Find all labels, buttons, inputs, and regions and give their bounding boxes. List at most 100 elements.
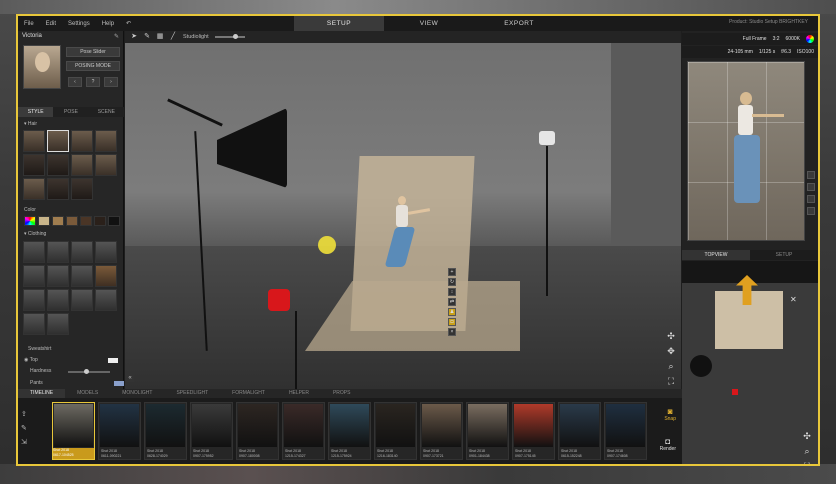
timeline-frame[interactable]: Shot 2018 0617-104525: [52, 402, 95, 460]
timeline-frame[interactable]: Shot 2018 0628-174029: [144, 402, 187, 460]
hair-option[interactable]: [95, 130, 117, 152]
timeline-frame[interactable]: Shot 2018 1216-183140: [374, 402, 417, 460]
timeline-frame[interactable]: Shot 2018 0907-174608: [604, 402, 647, 460]
hair-option[interactable]: [95, 154, 117, 176]
tab-helper[interactable]: HELPER: [277, 389, 321, 398]
export-icon[interactable]: ⇪: [21, 411, 31, 419]
model-portrait[interactable]: [23, 45, 61, 89]
overlay-icon[interactable]: [807, 183, 815, 191]
tab-props[interactable]: PROPS: [321, 389, 363, 398]
aperture[interactable]: f/6.3: [781, 49, 791, 55]
subtab-scene[interactable]: SCENE: [89, 107, 124, 117]
delete-icon[interactable]: ×: [448, 328, 456, 336]
undo-icon[interactable]: ↶: [120, 20, 137, 27]
sensor-format[interactable]: Full Frame: [743, 36, 767, 42]
studiolight-slider[interactable]: [214, 34, 245, 39]
tab-timeline[interactable]: TIMELINE: [18, 389, 66, 398]
hardness-slider[interactable]: [68, 369, 110, 374]
pose-next-icon[interactable]: ›: [104, 77, 118, 87]
color-swatch[interactable]: [52, 216, 64, 226]
color-swatch[interactable]: [38, 216, 50, 226]
hair-option[interactable]: [23, 178, 45, 200]
softbox-light[interactable]: [217, 108, 287, 188]
height-icon[interactable]: ↕: [448, 288, 456, 296]
line-icon[interactable]: ╱: [169, 33, 177, 41]
studio-viewport[interactable]: + ↻ ↕ ⇄ ♟ ◘ × ➤ ✎ ▦ ╱ Studiolight ✣ ✥ ⌕ …: [125, 31, 681, 389]
tab-speedlight[interactable]: SPEEDLIGHT: [164, 389, 220, 398]
hair-option[interactable]: [23, 130, 45, 152]
clothing-option[interactable]: [95, 265, 117, 287]
topview-speedlight-icon[interactable]: [732, 389, 738, 395]
timeline-frame[interactable]: Shot 2018 1215-174327: [282, 402, 325, 460]
timeline-frame[interactable]: Shot 2018 0611-090221: [98, 402, 141, 460]
color-swatch[interactable]: [66, 216, 78, 226]
clothing-option[interactable]: [47, 265, 69, 287]
timeline-frame[interactable]: Shot 2018 0907-173721: [420, 402, 463, 460]
posing-mode-button[interactable]: POSING MODE: [66, 61, 120, 71]
zoom-icon[interactable]: ⌕: [666, 361, 676, 371]
color-swatch[interactable]: [94, 216, 106, 226]
clothing-option[interactable]: [95, 241, 117, 263]
top-color-swatch[interactable]: [108, 357, 118, 363]
iso[interactable]: ISO100: [797, 49, 814, 55]
hair-option[interactable]: [71, 130, 93, 152]
hair-option[interactable]: [71, 178, 93, 200]
flip-icon[interactable]: ⇄: [448, 298, 456, 306]
color-swatch[interactable]: [108, 216, 120, 226]
menu-edit[interactable]: Edit: [40, 21, 62, 27]
menu-file[interactable]: File: [18, 21, 40, 27]
pin-icon[interactable]: ✎: [114, 33, 119, 40]
collapse-panel-icon[interactable]: «: [126, 374, 134, 382]
pan-icon[interactable]: ✥: [666, 346, 676, 356]
hair-option[interactable]: [23, 154, 45, 176]
camera-icon[interactable]: ◘: [448, 318, 456, 326]
monolight[interactable]: [539, 131, 555, 145]
clothing-option[interactable]: [23, 289, 45, 311]
pose-random-icon[interactable]: ?: [86, 77, 100, 87]
tab-formalight[interactable]: FORMALIGHT: [220, 389, 277, 398]
timeline-frame[interactable]: Shot 2018 0901-184438: [466, 402, 509, 460]
snap-button[interactable]: ◙ Snap: [664, 407, 676, 422]
topview-zoom-icon[interactable]: ⌕: [802, 446, 812, 456]
hair-option[interactable]: [47, 130, 69, 152]
pose-icon[interactable]: ♟: [448, 308, 456, 316]
camera-preview[interactable]: [687, 61, 805, 241]
color-swatch[interactable]: [80, 216, 92, 226]
lens-focal[interactable]: 24-105 mm: [728, 49, 753, 55]
hair-option[interactable]: [47, 178, 69, 200]
move-icon[interactable]: +: [448, 268, 456, 276]
tab-models[interactable]: MODELS: [65, 389, 110, 398]
timeline-frame[interactable]: Shot 2018 0907-180008: [236, 402, 279, 460]
clothing-option[interactable]: [23, 313, 45, 335]
white-balance[interactable]: 6000K: [786, 36, 800, 42]
clothing-option[interactable]: [47, 313, 69, 335]
fit-icon[interactable]: ⛶: [666, 376, 676, 386]
aspect-ratio[interactable]: 3:2: [773, 36, 780, 42]
pants-color-swatch[interactable]: [114, 380, 124, 386]
selected-speedlight[interactable]: [268, 289, 290, 311]
color-wheel-icon[interactable]: [806, 35, 814, 43]
topview-light-icon[interactable]: [690, 355, 712, 377]
pose-prev-icon[interactable]: ‹: [68, 77, 82, 87]
topview-map[interactable]: ✕ ✣ ⌕ ⛶: [682, 261, 818, 464]
tab-export[interactable]: EXPORT: [474, 16, 564, 31]
slider-knob[interactable]: [84, 369, 89, 374]
clothing-option[interactable]: [23, 241, 45, 263]
grid-toggle-icon[interactable]: [807, 195, 815, 203]
timeline-frame[interactable]: Shot 2018 0907-175145: [512, 402, 555, 460]
rotate-icon[interactable]: ↻: [448, 278, 456, 286]
clothing-option[interactable]: [23, 265, 45, 287]
color-swatch[interactable]: [24, 216, 36, 226]
studiolight-knob[interactable]: [232, 34, 238, 39]
tab-setup[interactable]: SETUP: [294, 16, 384, 31]
menu-help[interactable]: Help: [96, 21, 120, 27]
timeline-frame[interactable]: Shot 2018 1215-175924: [328, 402, 371, 460]
topview-pan-icon[interactable]: ✣: [802, 431, 812, 441]
clothing-option[interactable]: [71, 265, 93, 287]
select-icon[interactable]: ➤: [130, 33, 138, 41]
share-icon[interactable]: ⇲: [21, 439, 31, 447]
pose-slider-button[interactable]: Pose Slider: [66, 47, 120, 57]
timeline-frame[interactable]: Shot 2018 0615-152248: [558, 402, 601, 460]
tab-topview[interactable]: TOPVIEW: [682, 250, 750, 260]
clothing-option[interactable]: [47, 289, 69, 311]
